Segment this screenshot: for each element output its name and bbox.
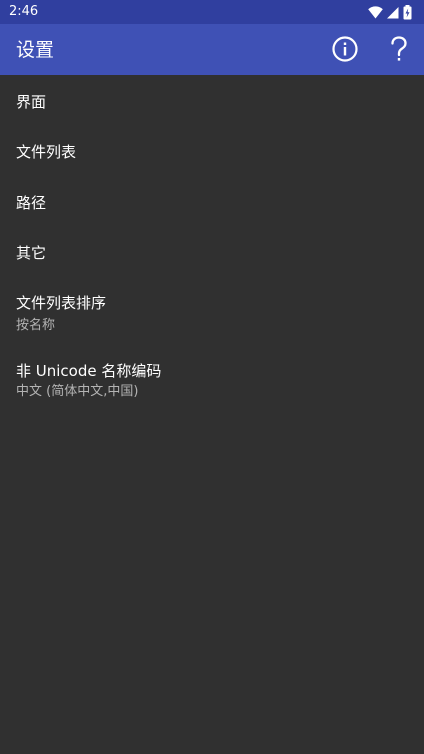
status-icons bbox=[368, 4, 412, 20]
info-button[interactable] bbox=[330, 34, 360, 64]
wifi-icon bbox=[368, 5, 383, 18]
info-icon bbox=[332, 36, 358, 62]
settings-list: 界面 文件列表 路径 其它 文件列表排序 按名称 非 Unicode 名称编码 … bbox=[0, 75, 424, 416]
settings-item-label: 其它 bbox=[16, 244, 47, 262]
app-bar: 设置 bbox=[0, 24, 424, 75]
status-bar: 2:46 bbox=[0, 0, 424, 24]
settings-item-label: 文件列表 bbox=[16, 143, 77, 161]
settings-item-file-list[interactable]: 文件列表 bbox=[0, 126, 424, 177]
settings-item-non-unicode-encoding[interactable]: 非 Unicode 名称编码 中文 (简体中文,中国) bbox=[0, 346, 424, 416]
settings-item-label: 界面 bbox=[16, 93, 47, 111]
settings-item-interface[interactable]: 界面 bbox=[0, 75, 424, 126]
help-icon bbox=[391, 36, 407, 61]
help-button[interactable] bbox=[384, 34, 414, 64]
page-title: 设置 bbox=[16, 39, 55, 61]
settings-item-label: 文件列表排序 bbox=[16, 294, 107, 312]
settings-item-other[interactable]: 其它 bbox=[0, 227, 424, 276]
battery-icon bbox=[403, 4, 412, 19]
settings-item-sort-order[interactable]: 文件列表排序 按名称 bbox=[0, 276, 424, 346]
status-time: 2:46 bbox=[9, 4, 39, 19]
settings-item-paths[interactable]: 路径 bbox=[0, 177, 424, 227]
settings-item-summary: 中文 (简体中文,中国) bbox=[16, 384, 139, 399]
cell-signal-icon bbox=[387, 6, 399, 18]
settings-item-label: 路径 bbox=[16, 194, 47, 212]
settings-item-label: 非 Unicode 名称编码 bbox=[16, 362, 162, 380]
settings-item-summary: 按名称 bbox=[16, 318, 56, 333]
